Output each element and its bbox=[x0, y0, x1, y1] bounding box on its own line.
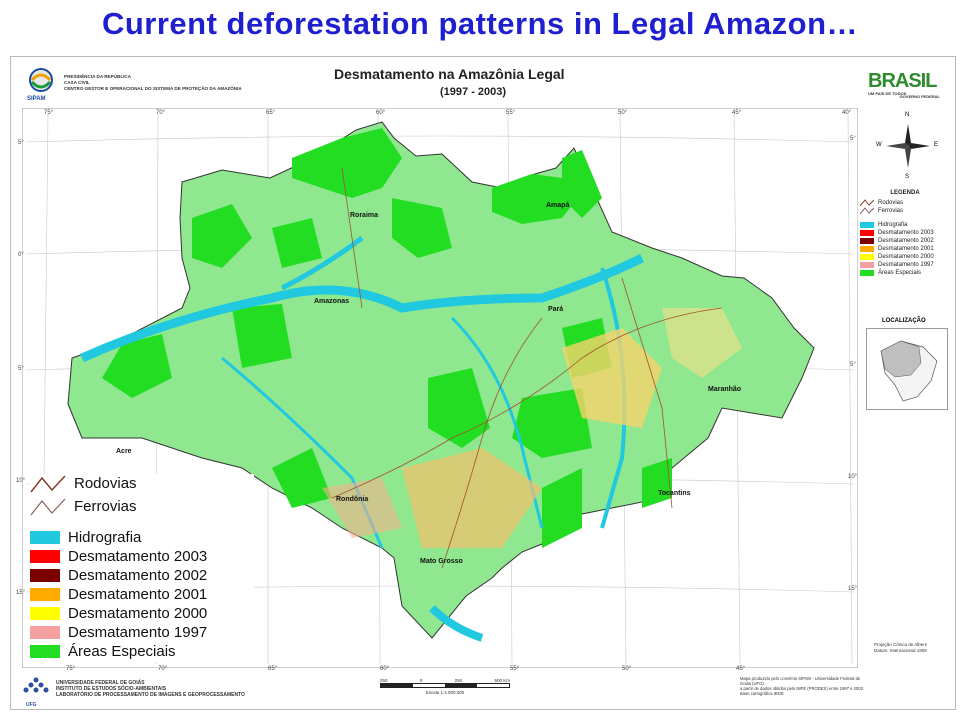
slide-title: Current deforestation patterns in Legal … bbox=[101, 6, 859, 41]
lon-label-top: 45° bbox=[732, 110, 742, 116]
legend-item-rodovias: Rodovias bbox=[30, 474, 254, 493]
state-label-amapa: Amapá bbox=[546, 202, 570, 209]
compass-w: W bbox=[876, 142, 882, 148]
ufg-logo-text: UFG bbox=[26, 702, 37, 708]
lon-label-top: 70° bbox=[156, 110, 166, 116]
legend-small-item: Desmatamento 2003 bbox=[860, 229, 950, 237]
lat-label: 5° bbox=[18, 140, 24, 146]
projection-line: Projeção Cônica de Albers bbox=[874, 642, 928, 647]
lon-label-top: 75° bbox=[44, 110, 54, 116]
brasil-logo: BRASIL UM PAÍS DE TODOS GOVERNO FEDERAL bbox=[868, 70, 940, 102]
compass-e: E bbox=[934, 142, 939, 148]
lon-label-bottom: 60° bbox=[380, 666, 390, 672]
compass-icon bbox=[886, 124, 930, 168]
map-title: Desmatamento na Amazônia Legal bbox=[334, 66, 565, 82]
legend-item-desmatamento-2002: Desmatamento 2002 bbox=[30, 566, 254, 585]
state-label-tocantins: Tocantins bbox=[658, 490, 691, 497]
gov-line-3: CENTRO GESTOR E OPERACIONAL DO SISTEMA D… bbox=[64, 86, 242, 91]
legend-item-desmatamento-2001: Desmatamento 2001 bbox=[30, 585, 254, 604]
legend-small: LEGENDA Rodovias Ferrovias Hidrografia D… bbox=[860, 190, 950, 277]
legend-item-desmatamento-2000: Desmatamento 2000 bbox=[30, 604, 254, 623]
sipam-logo-text: SIPAM bbox=[27, 96, 46, 102]
lat-label: 5° bbox=[18, 366, 24, 372]
brasil-logo-word: BRASIL bbox=[868, 70, 937, 92]
brazil-inset-icon bbox=[880, 340, 938, 402]
legend-small-item: Desmatamento 2000 bbox=[860, 253, 950, 261]
footer-line-3: LABORATÓRIO DE PROCESSAMENTO DE IMAGENS … bbox=[56, 692, 245, 698]
state-label-para: Pará bbox=[548, 306, 564, 313]
legend-small-item: Desmatamento 1997 bbox=[860, 261, 950, 269]
ufg-logo-icon bbox=[23, 677, 49, 693]
lon-label-bottom: 45° bbox=[736, 666, 746, 672]
compass-s: S bbox=[905, 174, 910, 180]
legend-item-ferrovias: Ferrovias bbox=[30, 497, 254, 516]
lon-label-bottom: 75° bbox=[66, 666, 76, 672]
location-inset bbox=[866, 328, 948, 410]
lon-label-top: 55° bbox=[506, 110, 516, 116]
legend-small-item: Desmatamento 2002 bbox=[860, 237, 950, 245]
lon-label-bottom: 50° bbox=[622, 666, 632, 672]
lat-label-right: 15° bbox=[848, 586, 858, 592]
government-block: PRESIDÊNCIA DA REPÚBLICA CASA CIVIL CENT… bbox=[24, 66, 242, 100]
lon-label-bottom: 70° bbox=[158, 666, 168, 672]
state-label-amazonas: Amazonas bbox=[314, 298, 350, 305]
legend-small-item: Áreas Especiais bbox=[860, 269, 950, 277]
lon-label-top: 40° bbox=[842, 110, 852, 116]
road-line-icon bbox=[30, 474, 66, 492]
compass-n: N bbox=[905, 112, 910, 118]
lon-label-bottom: 65° bbox=[268, 666, 278, 672]
legend-small-item: Rodovias bbox=[860, 199, 950, 207]
sipam-logo-icon bbox=[29, 68, 53, 92]
datum-line: Datum: Internacional 1909 bbox=[874, 648, 927, 653]
map-subtitle: (1997 - 2003) bbox=[440, 86, 507, 98]
lat-label: 0° bbox=[18, 252, 24, 258]
legend-item-desmatamento-1997: Desmatamento 1997 bbox=[30, 623, 254, 642]
legend-item-areas-especiais: Áreas Especiais bbox=[30, 642, 254, 661]
legend-small-item: Hidrografia bbox=[860, 221, 950, 229]
lon-label-bottom: 55° bbox=[510, 666, 520, 672]
lat-label-right: 5° bbox=[850, 362, 856, 368]
scale-bar: 250 0 250 500 Km Escala 1:4.000.000 bbox=[380, 678, 510, 695]
credits: Mapa produzido pelo convênio SIPAM - Uni… bbox=[740, 676, 865, 696]
state-label-maranhao: Maranhão bbox=[708, 386, 742, 393]
lat-label: 10° bbox=[16, 478, 26, 484]
legend-large: Rodovias Ferrovias Hidrografia Desmatame… bbox=[30, 474, 254, 662]
legend-item-hidrografia: Hidrografia bbox=[30, 528, 254, 547]
legend-small-item: Ferrovias bbox=[860, 207, 950, 215]
state-label-mato-grosso: Mato Grosso bbox=[420, 558, 463, 565]
legend-small-title: LEGENDA bbox=[890, 190, 920, 196]
lon-label-top: 60° bbox=[376, 110, 386, 116]
lat-label-right: 5° bbox=[850, 136, 856, 142]
legend-small-item: Desmatamento 2001 bbox=[860, 245, 950, 253]
railway-line-icon bbox=[30, 498, 66, 515]
scale-label: Escala 1:4.000.000 bbox=[425, 690, 465, 695]
compass-rose bbox=[878, 118, 938, 174]
location-title: LOCALIZAÇÃO bbox=[882, 318, 926, 324]
lat-label-right: 10° bbox=[848, 474, 858, 480]
lat-label: 15° bbox=[16, 590, 26, 596]
lon-label-top: 65° bbox=[266, 110, 276, 116]
state-label-rondonia: Rondônia bbox=[336, 496, 369, 503]
state-label-acre: Acre bbox=[116, 448, 132, 455]
lon-label-top: 50° bbox=[618, 110, 628, 116]
footer-institution: UNIVERSIDADE FEDERAL DE GOIÁS INSTITUTO … bbox=[22, 676, 245, 702]
state-label-roraima: Roraima bbox=[350, 212, 379, 219]
legend-item-desmatamento-2003: Desmatamento 2003 bbox=[30, 547, 254, 566]
